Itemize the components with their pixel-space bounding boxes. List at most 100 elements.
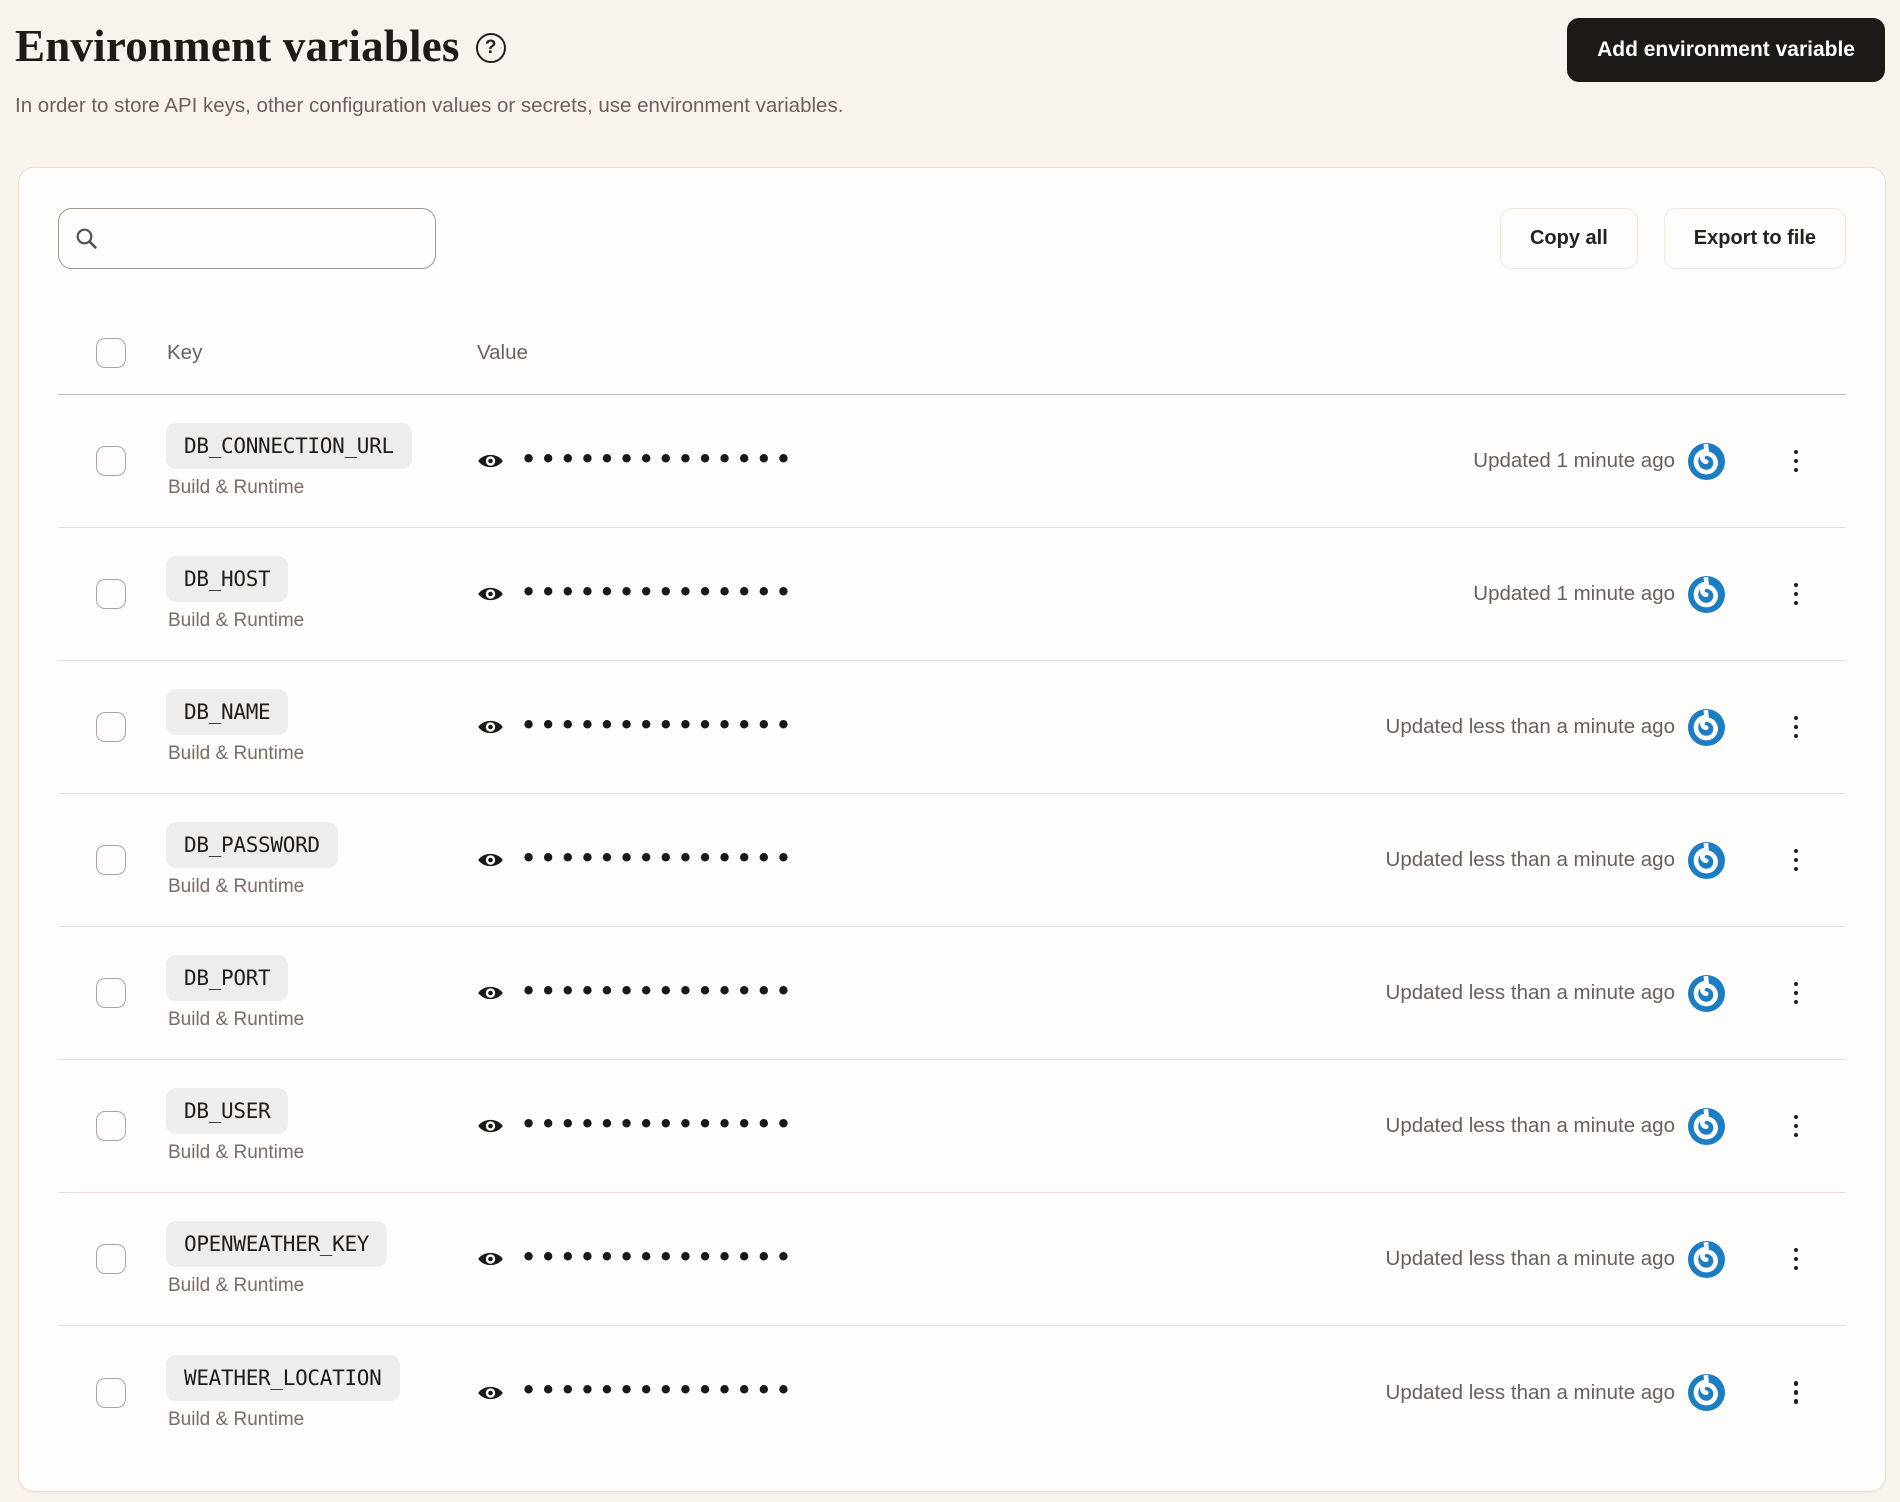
key-cell: WEATHER_LOCATION Build & Runtime	[126, 1354, 477, 1431]
export-to-file-button[interactable]: Export to file	[1663, 208, 1846, 269]
key-cell: DB_HOST Build & Runtime	[126, 556, 477, 632]
page-header: Environment variables ? In order to stor…	[0, 0, 1900, 120]
service-logo-icon[interactable]	[1688, 974, 1725, 1012]
key-cell: DB_USER Build & Runtime	[126, 1088, 477, 1164]
env-key-chip[interactable]: OPENWEATHER_KEY	[166, 1221, 388, 1267]
env-scope-label: Build & Runtime	[168, 477, 305, 498]
select-all-checkbox[interactable]	[96, 338, 126, 368]
masked-value: ••••••••••••••	[520, 1373, 795, 1407]
updated-timestamp: Updated 1 minute ago	[1473, 582, 1675, 605]
env-key-chip[interactable]: DB_USER	[166, 1088, 289, 1134]
row-meta: Updated less than a minute ago	[1386, 1239, 1846, 1279]
reveal-value-eye-icon[interactable]	[477, 1247, 507, 1271]
service-logo-icon[interactable]	[1688, 1107, 1725, 1145]
row-checkbox[interactable]	[96, 845, 126, 875]
table-row: DB_CONNECTION_URL Build & Runtime ••••••…	[58, 395, 1846, 528]
env-key-chip[interactable]: DB_HOST	[166, 556, 289, 602]
row-menu-kebab-icon[interactable]	[1783, 574, 1809, 614]
toolbar-buttons: Copy all Export to file	[1499, 208, 1846, 269]
service-logo-icon[interactable]	[1688, 1240, 1725, 1278]
reveal-value-eye-icon[interactable]	[477, 1114, 507, 1138]
env-scope-label: Build & Runtime	[168, 610, 305, 631]
service-logo-icon[interactable]	[1688, 1374, 1725, 1411]
key-cell: DB_NAME Build & Runtime	[126, 689, 477, 765]
value-cell: ••••••••••••••	[477, 707, 1386, 742]
value-cell: ••••••••••••••	[477, 574, 1473, 609]
value-cell: ••••••••••••••	[477, 973, 1386, 1008]
value-cell: ••••••••••••••	[477, 441, 1473, 476]
row-meta: Updated less than a minute ago	[1386, 707, 1846, 747]
add-environment-variable-button[interactable]: Add environment variable	[1567, 18, 1885, 82]
row-menu-kebab-icon[interactable]	[1783, 1106, 1809, 1146]
reveal-value-eye-icon[interactable]	[477, 848, 507, 872]
service-logo-icon[interactable]	[1688, 575, 1725, 613]
row-checkbox[interactable]	[96, 579, 126, 609]
row-menu-kebab-icon[interactable]	[1783, 973, 1809, 1013]
table-row: OPENWEATHER_KEY Build & Runtime ••••••••…	[58, 1193, 1846, 1326]
row-meta: Updated less than a minute ago	[1386, 840, 1846, 880]
column-header-key: Key	[167, 341, 203, 364]
page-subtitle: In order to store API keys, other config…	[15, 94, 844, 117]
reveal-value-eye-icon[interactable]	[477, 715, 507, 739]
env-scope-label: Build & Runtime	[168, 1009, 305, 1030]
masked-value: ••••••••••••••	[520, 441, 795, 476]
service-logo-icon[interactable]	[1688, 442, 1725, 480]
env-scope-label: Build & Runtime	[168, 1275, 305, 1296]
search-icon	[76, 228, 97, 249]
env-key-chip[interactable]: WEATHER_LOCATION	[166, 1354, 400, 1401]
masked-value: ••••••••••••••	[520, 574, 795, 609]
row-checkbox[interactable]	[96, 1111, 126, 1141]
search-field-wrap	[58, 208, 436, 269]
masked-value: ••••••••••••••	[520, 973, 795, 1008]
reveal-value-eye-icon[interactable]	[477, 582, 507, 606]
masked-value: ••••••••••••••	[520, 707, 795, 742]
table-row: DB_NAME Build & Runtime •••••••••••••• U…	[58, 661, 1846, 794]
row-checkbox[interactable]	[96, 712, 126, 742]
updated-timestamp: Updated less than a minute ago	[1385, 1380, 1675, 1404]
help-icon[interactable]: ?	[475, 33, 506, 63]
service-logo-icon[interactable]	[1688, 841, 1725, 879]
updated-timestamp: Updated less than a minute ago	[1385, 715, 1675, 738]
row-checkbox[interactable]	[96, 1244, 126, 1274]
key-cell: DB_PASSWORD Build & Runtime	[126, 822, 477, 898]
key-cell: OPENWEATHER_KEY Build & Runtime	[126, 1221, 477, 1297]
row-menu-kebab-icon[interactable]	[1783, 1373, 1809, 1413]
row-menu-kebab-icon[interactable]	[1783, 707, 1809, 747]
updated-timestamp: Updated less than a minute ago	[1385, 981, 1675, 1004]
row-checkbox[interactable]	[96, 1377, 126, 1408]
table-row: DB_PORT Build & Runtime •••••••••••••• U…	[58, 927, 1846, 1060]
row-menu-kebab-icon[interactable]	[1783, 441, 1809, 481]
reveal-value-eye-icon[interactable]	[477, 449, 507, 473]
row-meta: Updated 1 minute ago	[1473, 574, 1846, 614]
env-key-chip[interactable]: DB_PORT	[166, 955, 289, 1001]
row-checkbox[interactable]	[96, 978, 126, 1008]
row-meta: Updated 1 minute ago	[1473, 441, 1846, 481]
service-logo-icon[interactable]	[1688, 708, 1725, 746]
updated-timestamp: Updated less than a minute ago	[1385, 1114, 1675, 1137]
search-input[interactable]	[58, 208, 436, 269]
table-row: DB_USER Build & Runtime •••••••••••••• U…	[58, 1060, 1846, 1193]
row-meta: Updated less than a minute ago	[1386, 973, 1846, 1013]
value-cell: ••••••••••••••	[477, 840, 1386, 875]
env-key-chip[interactable]: DB_NAME	[166, 689, 289, 735]
table-body: DB_CONNECTION_URL Build & Runtime ••••••…	[58, 395, 1846, 1459]
row-meta: Updated less than a minute ago	[1386, 1106, 1846, 1146]
card-toolbar: Copy all Export to file	[58, 208, 1846, 269]
table-header-row: Key Value	[58, 338, 1846, 395]
env-scope-label: Build & Runtime	[168, 1408, 305, 1430]
column-header-value: Value	[477, 341, 528, 364]
reveal-value-eye-icon[interactable]	[477, 981, 507, 1005]
row-menu-kebab-icon[interactable]	[1783, 840, 1809, 880]
row-menu-kebab-icon[interactable]	[1783, 1239, 1809, 1279]
copy-all-button[interactable]: Copy all	[1499, 208, 1638, 269]
value-cell: ••••••••••••••	[477, 1106, 1386, 1141]
masked-value: ••••••••••••••	[520, 840, 795, 875]
row-checkbox[interactable]	[96, 446, 126, 476]
updated-timestamp: Updated less than a minute ago	[1385, 848, 1675, 871]
reveal-value-eye-icon[interactable]	[477, 1381, 507, 1405]
key-cell: DB_CONNECTION_URL Build & Runtime	[126, 423, 477, 499]
env-key-chip[interactable]: DB_CONNECTION_URL	[166, 423, 412, 469]
page-title: Environment variables	[15, 21, 460, 71]
masked-value: ••••••••••••••	[520, 1106, 795, 1141]
env-key-chip[interactable]: DB_PASSWORD	[166, 822, 338, 868]
